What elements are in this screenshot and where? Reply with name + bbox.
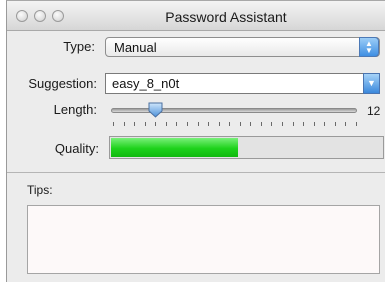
slider-tick [240,122,241,126]
title-bar[interactable]: Password Assistant [7,1,385,31]
slider-tick [324,122,325,126]
slider-tick [314,122,315,126]
quality-meter [109,136,384,159]
slider-tick [282,122,283,126]
slider-tick [219,122,220,126]
slider-tick [345,122,346,126]
slider-tick [271,122,272,126]
up-down-arrows-icon[interactable]: ▲ ▼ [359,37,379,57]
length-slider-ticks [113,122,357,127]
suggestion-label: Suggestion: [28,76,97,91]
slider-tick [176,122,177,126]
length-slider-knob[interactable] [148,102,163,118]
slider-tick [250,122,251,126]
slider-tick [229,122,230,126]
suggestion-combo-box[interactable]: easy_8_n0t ▼ [105,73,380,94]
slider-tick [113,122,114,126]
slider-tick [261,122,262,126]
slider-tick [124,122,125,126]
slider-tick [293,122,294,126]
window-title: Password Assistant [165,9,287,25]
length-value: 12 [367,104,381,118]
chevron-down-icon[interactable]: ▼ [363,73,380,94]
slider-tick [303,122,304,126]
tips-text-area[interactable] [27,205,380,274]
slider-tick [166,122,167,126]
close-button-icon[interactable] [16,10,28,22]
tips-label: Tips: [27,183,53,197]
slider-tick [187,122,188,126]
slider-tick [356,122,357,126]
divider [7,172,385,173]
slider-tick [155,122,156,126]
type-popup[interactable]: Manual ▲ ▼ [105,37,380,57]
quality-label: Quality: [54,141,99,156]
slider-tick [208,122,209,126]
suggestion-value[interactable]: easy_8_n0t [112,76,179,91]
slider-tick [335,122,336,126]
slider-tick [198,122,199,126]
minimize-button-icon[interactable] [34,10,46,22]
type-label: Type: [63,39,95,54]
length-label: Length: [53,102,97,117]
slider-tick [134,122,135,126]
slider-tick [145,122,146,126]
type-popup-value: Manual [114,40,157,55]
quality-meter-fill [111,138,238,157]
zoom-button-icon[interactable] [52,10,64,22]
password-assistant-window: Password Assistant Type: Manual ▲ ▼ Sugge… [6,0,385,282]
